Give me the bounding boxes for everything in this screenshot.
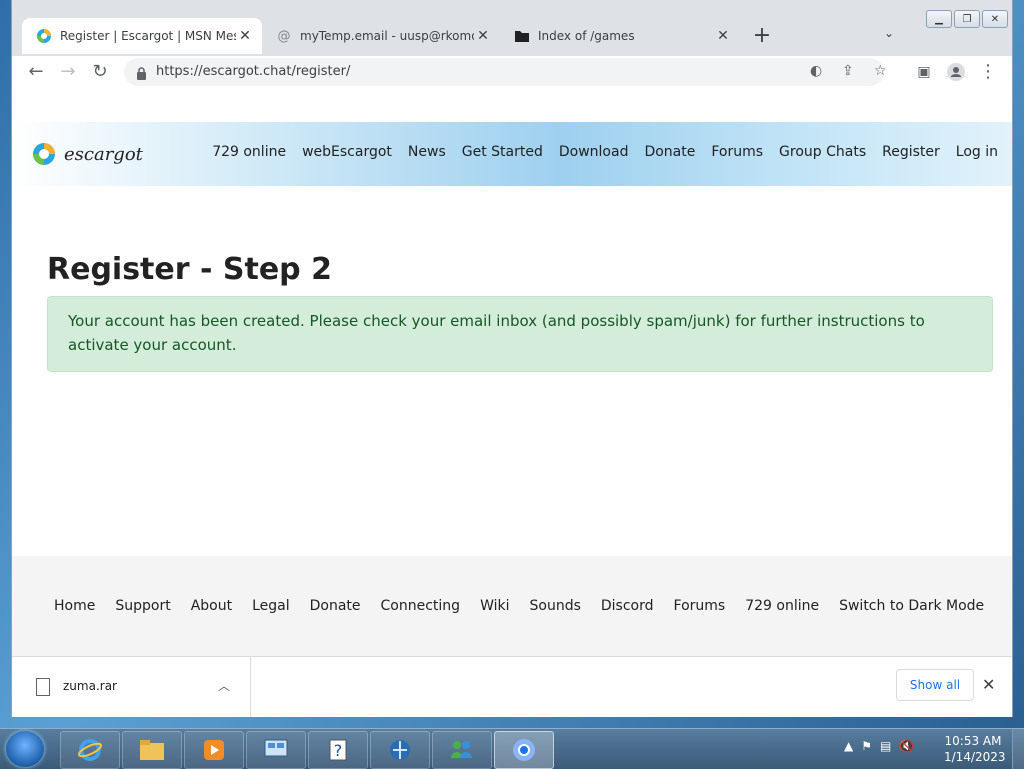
nav-group-chats[interactable]: Group Chats: [779, 144, 866, 160]
tab-close-icon[interactable]: ✕: [714, 28, 732, 44]
footer-link-discord[interactable]: Discord: [601, 598, 654, 614]
clock[interactable]: 10:53 AM 1/14/2023: [944, 733, 1006, 765]
web-page: escargot 729 online webEscargot News Get…: [12, 88, 1012, 656]
share-icon[interactable]: ⇪: [842, 63, 854, 79]
download-item[interactable]: zuma.rar ︿: [12, 657, 251, 717]
browser-toolbar: ← → ↻ https://escargot.chat/register/ ◐ …: [12, 56, 1012, 88]
tab-register[interactable]: Register | Escargot | MSN Messen ✕: [22, 18, 262, 54]
app-globe-icon[interactable]: [370, 731, 430, 769]
file-icon: [36, 678, 50, 696]
footer-link-connecting[interactable]: Connecting: [381, 598, 461, 614]
back-arrow-icon[interactable]: ←: [24, 60, 48, 84]
site-footer: Home Support About Legal Donate Connecti…: [12, 556, 1012, 656]
file-explorer-icon[interactable]: [122, 731, 182, 769]
url-text[interactable]: https://escargot.chat/register/: [156, 64, 350, 79]
menu-kebab-icon[interactable]: ⋮: [976, 60, 1000, 84]
site-header: escargot 729 online webEscargot News Get…: [12, 122, 1012, 186]
show-desktop-button[interactable]: [1012, 729, 1024, 769]
nav-log-in[interactable]: Log in: [956, 144, 998, 160]
footer-online-count[interactable]: 729 online: [745, 598, 819, 614]
control-panel-icon[interactable]: [246, 731, 306, 769]
tab-index-games[interactable]: Index of /games ✕: [500, 18, 740, 54]
show-hidden-icons-icon[interactable]: ▲: [844, 739, 853, 753]
clock-time: 10:53 AM: [944, 734, 1002, 748]
eye-off-icon[interactable]: ◐: [810, 63, 822, 79]
msn-messenger-icon[interactable]: [432, 731, 492, 769]
clock-date: 1/14/2023: [944, 750, 1006, 764]
nav-download[interactable]: Download: [559, 144, 629, 160]
footer-link-support[interactable]: Support: [115, 598, 170, 614]
nav-register[interactable]: Register: [882, 144, 940, 160]
internet-explorer-icon[interactable]: [60, 731, 120, 769]
tab-mytemp-email[interactable]: @ myTemp.email - uusp@rkomo.co ✕: [262, 18, 500, 54]
tab-title: Register | Escargot | MSN Messen: [60, 29, 236, 43]
media-player-icon[interactable]: [184, 731, 244, 769]
reload-icon[interactable]: ↻: [88, 60, 112, 84]
show-all-button[interactable]: Show all: [896, 669, 974, 701]
tab-strip: Register | Escargot | MSN Messen ✕ @ myT…: [12, 16, 1012, 56]
folder-icon: [514, 28, 530, 44]
nav-webescargot[interactable]: webEscargot: [302, 144, 392, 160]
page-title: Register - Step 2: [47, 252, 332, 287]
footer-nav: Home Support About Legal Donate Connecti…: [54, 598, 984, 614]
side-panel-icon[interactable]: ▣: [912, 60, 936, 84]
start-button[interactable]: [6, 731, 44, 767]
footer-link-forums[interactable]: Forums: [674, 598, 726, 614]
tab-search-chevron-icon[interactable]: ⌄: [884, 26, 894, 40]
escargot-logo-icon: [33, 143, 55, 165]
site-nav: 729 online webEscargot News Get Started …: [212, 144, 998, 160]
site-logo[interactable]: escargot: [32, 140, 143, 168]
star-bookmark-icon[interactable]: ☆: [874, 63, 887, 79]
volume-muted-icon[interactable]: 🔇: [899, 739, 914, 753]
help-icon[interactable]: ?: [308, 731, 368, 769]
footer-link-legal[interactable]: Legal: [252, 598, 290, 614]
forward-arrow-icon[interactable]: →: [56, 60, 80, 84]
tab-close-icon[interactable]: ✕: [474, 28, 492, 44]
lock-icon[interactable]: [136, 65, 147, 84]
tab-title: myTemp.email - uusp@rkomo.co: [300, 29, 474, 43]
taskbar: ? ▲ ⚑ ▤ 🔇 10:53 AM 1/14/2023: [0, 728, 1024, 769]
footer-link-about[interactable]: About: [191, 598, 232, 614]
close-icon[interactable]: ✕: [982, 675, 995, 694]
footer-dark-mode-toggle[interactable]: Switch to Dark Mode: [839, 598, 984, 614]
nav-get-started[interactable]: Get Started: [462, 144, 543, 160]
svg-text:?: ?: [334, 741, 343, 760]
network-icon[interactable]: ▤: [880, 739, 891, 753]
success-alert: Your account has been created. Please ch…: [47, 296, 993, 372]
address-bar[interactable]: https://escargot.chat/register/ ◐ ⇪ ☆: [124, 58, 887, 86]
footer-link-wiki[interactable]: Wiki: [480, 598, 509, 614]
at-sign-icon: @: [277, 28, 291, 44]
browser-window: ▁ ❐ ✕ Register | Escargot | MSN Messen ✕…: [12, 0, 1012, 717]
brand-name: escargot: [64, 143, 143, 165]
footer-link-home[interactable]: Home: [54, 598, 95, 614]
system-tray: ▲ ⚑ ▤ 🔇: [844, 739, 914, 753]
nav-donate[interactable]: Donate: [644, 144, 695, 160]
tab-close-icon[interactable]: ✕: [236, 28, 254, 44]
download-shelf: zuma.rar ︿ Show all ✕: [12, 656, 1012, 717]
nav-online-count[interactable]: 729 online: [212, 144, 286, 160]
escargot-favicon: [36, 28, 52, 44]
nav-news[interactable]: News: [408, 144, 446, 160]
profile-avatar-icon[interactable]: [944, 60, 968, 84]
download-filename[interactable]: zuma.rar: [63, 679, 117, 693]
tab-title: Index of /games: [538, 29, 635, 43]
flag-icon[interactable]: ⚑: [861, 739, 872, 753]
new-tab-button[interactable]: +: [750, 22, 774, 50]
chevron-up-icon[interactable]: ︿: [218, 677, 230, 694]
footer-link-sounds[interactable]: Sounds: [530, 598, 581, 614]
footer-link-donate[interactable]: Donate: [310, 598, 361, 614]
chrome-icon[interactable]: [494, 731, 554, 769]
nav-forums[interactable]: Forums: [711, 144, 763, 160]
